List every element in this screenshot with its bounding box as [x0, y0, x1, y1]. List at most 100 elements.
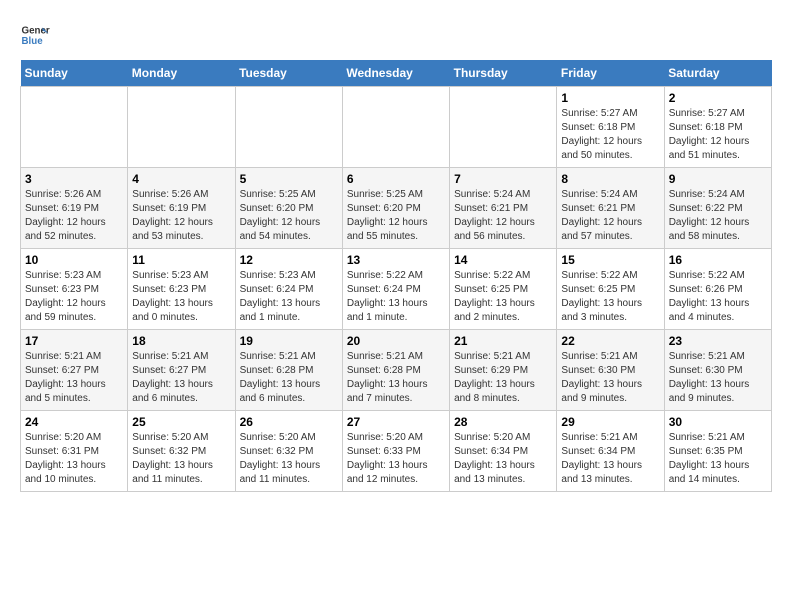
calendar-header-row: SundayMondayTuesdayWednesdayThursdayFrid…	[21, 60, 772, 87]
calendar-cell: 29 Sunrise: 5:21 AM Sunset: 6:34 PM Dayli…	[557, 411, 664, 492]
calendar-cell: 22Sunrise: 5:21 AM Sunset: 6:30 PM Dayli…	[557, 330, 664, 411]
calendar-cell: 7Sunrise: 5:24 AM Sunset: 6:21 PM Daylig…	[450, 168, 557, 249]
day-info: Sunrise: 5:27 AM Sunset: 6:18 PM Dayligh…	[561, 107, 659, 163]
day-info: Sunrise: 5:21 AM Sunset: 6:35 PM Dayligh…	[669, 431, 767, 487]
day-info: Sunrise: 5:27 AM Sunset: 6:18 PM Dayligh…	[669, 107, 767, 163]
calendar-table: SundayMondayTuesdayWednesdayThursdayFrid…	[20, 60, 772, 492]
calendar-cell: 18 Sunrise: 5:21 AM Sunset: 6:27 PM Dayli…	[128, 330, 235, 411]
day-info: Sunrise: 5:26 AM Sunset: 6:19 PM Dayligh…	[25, 188, 123, 244]
day-info: Sunrise: 5:24 AM Sunset: 6:21 PM Dayligh…	[561, 188, 659, 244]
calendar-cell: 14 Sunrise: 5:22 AM Sunset: 6:25 PM Dayli…	[450, 249, 557, 330]
calendar-cell: 21 Sunrise: 5:21 AM Sunset: 6:29 PM Dayli…	[450, 330, 557, 411]
day-number: 11	[132, 253, 230, 267]
header-thursday: Thursday	[450, 60, 557, 87]
calendar-cell: 12Sunrise: 5:23 AM Sunset: 6:24 PM Dayli…	[235, 249, 342, 330]
calendar-cell: 9Sunrise: 5:24 AM Sunset: 6:22 PM Daylig…	[664, 168, 771, 249]
day-number: 25	[132, 415, 230, 429]
day-number: 23	[669, 334, 767, 348]
day-info: Sunrise: 5:21 AM Sunset: 6:30 PM Dayligh…	[561, 350, 659, 406]
day-info: Sunrise: 5:20 AM Sunset: 6:32 PM Dayligh…	[132, 431, 230, 487]
svg-text:Blue: Blue	[22, 36, 44, 47]
calendar-cell	[21, 87, 128, 168]
day-number: 16	[669, 253, 767, 267]
page-header: General Blue	[20, 20, 772, 50]
calendar-cell: 5 Sunrise: 5:25 AM Sunset: 6:20 PM Daylig…	[235, 168, 342, 249]
day-info: Sunrise: 5:25 AM Sunset: 6:20 PM Dayligh…	[240, 188, 338, 244]
day-info: Sunrise: 5:24 AM Sunset: 6:21 PM Dayligh…	[454, 188, 552, 244]
day-number: 28	[454, 415, 552, 429]
day-info: Sunrise: 5:21 AM Sunset: 6:27 PM Dayligh…	[132, 350, 230, 406]
calendar-cell: 16 Sunrise: 5:22 AM Sunset: 6:26 PM Dayli…	[664, 249, 771, 330]
header-friday: Friday	[557, 60, 664, 87]
header-tuesday: Tuesday	[235, 60, 342, 87]
day-number: 5	[240, 172, 338, 186]
week-row-2: 10 Sunrise: 5:23 AM Sunset: 6:23 PM Dayli…	[21, 249, 772, 330]
calendar-cell: 27 Sunrise: 5:20 AM Sunset: 6:33 PM Dayli…	[342, 411, 449, 492]
header-sunday: Sunday	[21, 60, 128, 87]
calendar-cell: 30 Sunrise: 5:21 AM Sunset: 6:35 PM Dayli…	[664, 411, 771, 492]
calendar-cell	[342, 87, 449, 168]
day-number: 9	[669, 172, 767, 186]
day-info: Sunrise: 5:25 AM Sunset: 6:20 PM Dayligh…	[347, 188, 445, 244]
day-info: Sunrise: 5:21 AM Sunset: 6:28 PM Dayligh…	[347, 350, 445, 406]
calendar-cell: 3 Sunrise: 5:26 AM Sunset: 6:19 PM Daylig…	[21, 168, 128, 249]
day-number: 6	[347, 172, 445, 186]
day-number: 18	[132, 334, 230, 348]
calendar-cell: 13 Sunrise: 5:22 AM Sunset: 6:24 PM Dayli…	[342, 249, 449, 330]
calendar-cell: 17 Sunrise: 5:21 AM Sunset: 6:27 PM Dayli…	[21, 330, 128, 411]
calendar-cell: 24 Sunrise: 5:20 AM Sunset: 6:31 PM Dayli…	[21, 411, 128, 492]
day-number: 10	[25, 253, 123, 267]
calendar-cell: 25 Sunrise: 5:20 AM Sunset: 6:32 PM Dayli…	[128, 411, 235, 492]
calendar-cell: 28 Sunrise: 5:20 AM Sunset: 6:34 PM Dayli…	[450, 411, 557, 492]
calendar-cell: 26 Sunrise: 5:20 AM Sunset: 6:32 PM Dayli…	[235, 411, 342, 492]
day-info: Sunrise: 5:20 AM Sunset: 6:34 PM Dayligh…	[454, 431, 552, 487]
day-number: 3	[25, 172, 123, 186]
day-number: 14	[454, 253, 552, 267]
calendar-cell: 23 Sunrise: 5:21 AM Sunset: 6:30 PM Dayli…	[664, 330, 771, 411]
calendar-cell: 19 Sunrise: 5:21 AM Sunset: 6:28 PM Dayli…	[235, 330, 342, 411]
day-number: 27	[347, 415, 445, 429]
day-info: Sunrise: 5:20 AM Sunset: 6:32 PM Dayligh…	[240, 431, 338, 487]
day-info: Sunrise: 5:20 AM Sunset: 6:31 PM Dayligh…	[25, 431, 123, 487]
logo: General Blue	[20, 20, 50, 50]
logo-icon: General Blue	[20, 20, 50, 50]
day-info: Sunrise: 5:22 AM Sunset: 6:24 PM Dayligh…	[347, 269, 445, 325]
day-info: Sunrise: 5:21 AM Sunset: 6:28 PM Dayligh…	[240, 350, 338, 406]
calendar-cell: 2 Sunrise: 5:27 AM Sunset: 6:18 PM Daylig…	[664, 87, 771, 168]
week-row-1: 3 Sunrise: 5:26 AM Sunset: 6:19 PM Daylig…	[21, 168, 772, 249]
day-number: 21	[454, 334, 552, 348]
day-info: Sunrise: 5:21 AM Sunset: 6:29 PM Dayligh…	[454, 350, 552, 406]
day-number: 24	[25, 415, 123, 429]
day-info: Sunrise: 5:21 AM Sunset: 6:34 PM Dayligh…	[561, 431, 659, 487]
day-number: 15	[561, 253, 659, 267]
day-info: Sunrise: 5:22 AM Sunset: 6:25 PM Dayligh…	[454, 269, 552, 325]
day-info: Sunrise: 5:21 AM Sunset: 6:30 PM Dayligh…	[669, 350, 767, 406]
calendar-cell: 8 Sunrise: 5:24 AM Sunset: 6:21 PM Daylig…	[557, 168, 664, 249]
day-number: 2	[669, 91, 767, 105]
day-number: 29	[561, 415, 659, 429]
day-info: Sunrise: 5:20 AM Sunset: 6:33 PM Dayligh…	[347, 431, 445, 487]
calendar-cell: 20 Sunrise: 5:21 AM Sunset: 6:28 PM Dayli…	[342, 330, 449, 411]
calendar-cell	[235, 87, 342, 168]
day-number: 1	[561, 91, 659, 105]
calendar-cell	[128, 87, 235, 168]
day-number: 19	[240, 334, 338, 348]
day-info: Sunrise: 5:23 AM Sunset: 6:24 PM Dayligh…	[240, 269, 338, 325]
calendar-cell: 1 Sunrise: 5:27 AM Sunset: 6:18 PM Daylig…	[557, 87, 664, 168]
day-number: 13	[347, 253, 445, 267]
day-info: Sunrise: 5:23 AM Sunset: 6:23 PM Dayligh…	[25, 269, 123, 325]
week-row-3: 17 Sunrise: 5:21 AM Sunset: 6:27 PM Dayli…	[21, 330, 772, 411]
calendar-cell: 6 Sunrise: 5:25 AM Sunset: 6:20 PM Daylig…	[342, 168, 449, 249]
week-row-0: 1 Sunrise: 5:27 AM Sunset: 6:18 PM Daylig…	[21, 87, 772, 168]
day-number: 30	[669, 415, 767, 429]
day-number: 20	[347, 334, 445, 348]
day-number: 17	[25, 334, 123, 348]
day-info: Sunrise: 5:26 AM Sunset: 6:19 PM Dayligh…	[132, 188, 230, 244]
day-number: 26	[240, 415, 338, 429]
day-info: Sunrise: 5:22 AM Sunset: 6:26 PM Dayligh…	[669, 269, 767, 325]
day-number: 8	[561, 172, 659, 186]
week-row-4: 24 Sunrise: 5:20 AM Sunset: 6:31 PM Dayli…	[21, 411, 772, 492]
calendar-cell: 15Sunrise: 5:22 AM Sunset: 6:25 PM Dayli…	[557, 249, 664, 330]
header-monday: Monday	[128, 60, 235, 87]
day-info: Sunrise: 5:21 AM Sunset: 6:27 PM Dayligh…	[25, 350, 123, 406]
